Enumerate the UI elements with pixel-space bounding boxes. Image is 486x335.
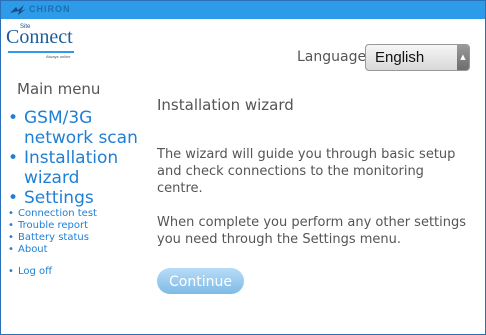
chiron-logo-icon <box>10 5 26 15</box>
bullet: • <box>8 108 19 128</box>
menu-item-trouble-report[interactable]: • Trouble report <box>6 220 146 232</box>
menu-item-connection-test[interactable]: • Connection test <box>6 208 146 220</box>
menu-link-log-off[interactable]: Log off <box>18 266 52 277</box>
menu-link-trouble-report[interactable]: Trouble report <box>18 220 88 231</box>
bullet: • <box>8 266 14 277</box>
language-select[interactable]: English ▲ <box>365 44 470 71</box>
menu-item-log-off[interactable]: • Log off <box>6 266 146 278</box>
brand-name: Connect <box>6 26 73 48</box>
menu-link-installation-wizard[interactable]: Installation wizard <box>24 148 118 188</box>
language-selected-value: English <box>375 49 425 66</box>
menu-link-settings[interactable]: Settings <box>24 188 94 208</box>
language-label: Language: <box>297 49 371 65</box>
main-menu-heading: Main menu <box>17 80 101 98</box>
continue-button[interactable]: Continue <box>157 268 244 294</box>
bullet: • <box>8 220 14 231</box>
menu-item-battery-status[interactable]: • Battery status <box>6 232 146 244</box>
menu-link-connection-test[interactable]: Connection test <box>18 208 97 219</box>
brand-underline <box>8 51 74 53</box>
settings-paragraph: When complete you perform any other sett… <box>157 215 467 247</box>
menu-item-installation-wizard[interactable]: • Installation wizard <box>6 148 146 188</box>
bullet: • <box>8 188 19 208</box>
bullet: • <box>8 208 14 219</box>
bullet: • <box>8 244 14 255</box>
menu-link-gsm-scan[interactable]: GSM/3G network scan <box>24 108 138 148</box>
main-menu: • GSM/3G network scan • Installation wiz… <box>6 108 146 278</box>
page-title: Installation wizard <box>157 96 294 114</box>
bullet: • <box>8 148 19 168</box>
site-connect-logo: Site Connect Always online <box>6 24 76 60</box>
menu-item-about[interactable]: • About <box>6 244 146 256</box>
menu-spacer <box>6 256 146 266</box>
menu-link-battery-status[interactable]: Battery status <box>18 232 89 243</box>
bullet: • <box>8 232 14 243</box>
top-bar: CHIRON <box>1 1 485 19</box>
intro-paragraph: The wizard will guide you through basic … <box>157 147 456 196</box>
menu-link-about[interactable]: About <box>18 244 48 255</box>
dropdown-arrow-icon[interactable]: ▲ <box>457 45 469 70</box>
company-name: CHIRON <box>29 4 71 14</box>
brand-tagline: Always online <box>46 54 71 59</box>
menu-item-settings[interactable]: • Settings <box>6 188 146 208</box>
menu-item-gsm-scan[interactable]: • GSM/3G network scan <box>6 108 146 148</box>
